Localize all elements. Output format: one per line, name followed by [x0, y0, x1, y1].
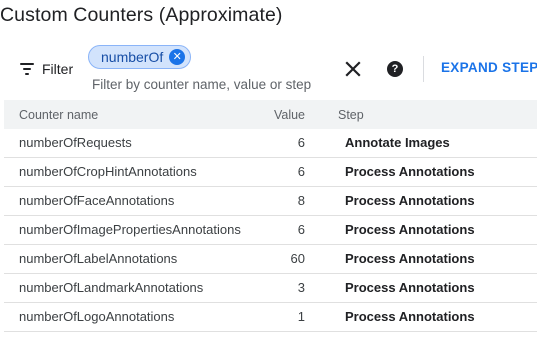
counter-value-cell: 3 [297, 280, 305, 295]
filter-button[interactable]: Filter [20, 58, 73, 80]
counter-step-cell: Process Annotations [345, 309, 475, 324]
counter-value-cell: 8 [297, 193, 305, 208]
counter-step-cell: Process Annotations [345, 251, 475, 266]
column-header-value[interactable]: Value [274, 108, 305, 122]
counter-name-cell: numberOfLabelAnnotations [19, 251, 178, 266]
counter-step-cell: Annotate Images [345, 135, 450, 150]
counter-step-cell: Process Annotations [345, 280, 475, 295]
table-header: Counter name Value Step [4, 100, 537, 129]
counter-step-cell: Process Annotations [345, 222, 475, 237]
counter-value-cell: 60 [290, 251, 305, 266]
filter-chip-label: numberOf [101, 49, 164, 65]
counter-name-cell: numberOfImagePropertiesAnnotations [19, 222, 241, 237]
close-icon[interactable] [345, 61, 361, 77]
counter-value-cell: 6 [297, 222, 305, 237]
counter-value-cell: 1 [297, 309, 305, 324]
filter-list-icon [20, 63, 34, 75]
column-header-counter-name[interactable]: Counter name [19, 108, 98, 122]
toolbar-divider [423, 56, 424, 82]
table-row: numberOfLabelAnnotations 60 Process Anno… [4, 245, 537, 274]
counter-step-cell: Process Annotations [345, 193, 475, 208]
counter-name-cell: numberOfLandmarkAnnotations [19, 280, 204, 295]
table-row: numberOfLandmarkAnnotations 3 Process An… [4, 274, 537, 303]
page-title: Custom Counters (Approximate) [0, 4, 283, 26]
table-row: numberOfImagePropertiesAnnotations 6 Pro… [4, 216, 537, 245]
help-circle-icon[interactable]: ? [387, 61, 403, 77]
table-row: numberOfFaceAnnotations 8 Process Annota… [4, 187, 537, 216]
column-header-step[interactable]: Step [338, 108, 364, 122]
cancel-circle-icon[interactable]: ✕ [169, 49, 186, 65]
filter-button-label: Filter [42, 61, 74, 77]
counter-name-cell: numberOfCropHintAnnotations [19, 164, 197, 179]
counter-value-cell: 6 [297, 135, 305, 150]
filter-chip[interactable]: numberOf ✕ [88, 45, 192, 69]
counters-table: Counter name Value Step numberOfRequests… [4, 100, 537, 332]
counter-step-cell: Process Annotations [345, 164, 475, 179]
counter-name-cell: numberOfFaceAnnotations [19, 193, 175, 208]
custom-counters-panel: Custom Counters (Approximate) Filter num… [0, 0, 537, 350]
filter-input-hint[interactable]: Filter by counter name, value or step [92, 77, 311, 92]
table-row: numberOfRequests 6 Annotate Images [4, 129, 537, 158]
filter-bar: Filter numberOf ✕ Filter by counter name… [0, 36, 537, 100]
counter-name-cell: numberOfRequests [19, 135, 132, 150]
counter-name-cell: numberOfLogoAnnotations [19, 309, 175, 324]
counter-value-cell: 6 [297, 164, 305, 179]
table-row: numberOfCropHintAnnotations 6 Process An… [4, 158, 537, 187]
table-row: numberOfLogoAnnotations 1 Process Annota… [4, 303, 537, 332]
expand-steps-button[interactable]: EXPAND STEPS [441, 60, 537, 75]
